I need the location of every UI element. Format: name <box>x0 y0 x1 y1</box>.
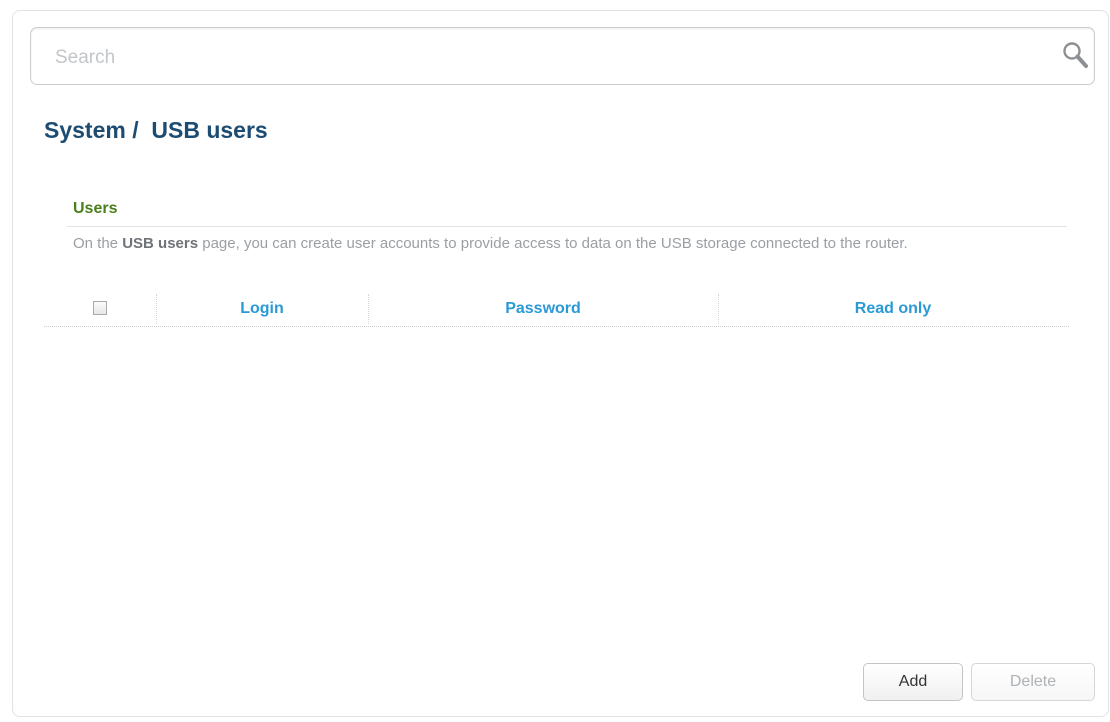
breadcrumb-separator: / <box>125 117 152 143</box>
section-description-bold: USB users <box>122 235 199 252</box>
section-divider <box>67 226 1067 227</box>
page-title: System / USB users <box>44 117 268 144</box>
breadcrumb-parent[interactable]: System <box>44 117 126 143</box>
section-description: On the USB users page, you can create us… <box>73 235 908 252</box>
users-table-header: Login Password Read only <box>44 292 1069 327</box>
column-header-login[interactable]: Login <box>156 292 368 326</box>
column-header-password[interactable]: Password <box>368 292 718 326</box>
select-all-checkbox[interactable] <box>93 301 107 315</box>
add-button[interactable]: Add <box>863 663 963 701</box>
section-title: Users <box>73 200 118 217</box>
search-bar[interactable] <box>30 27 1095 85</box>
breadcrumb-current: USB users <box>151 117 268 143</box>
delete-button[interactable]: Delete <box>971 663 1095 701</box>
search-icon[interactable] <box>1061 40 1091 74</box>
search-input[interactable] <box>53 42 1017 74</box>
column-header-read-only[interactable]: Read only <box>718 292 1068 326</box>
